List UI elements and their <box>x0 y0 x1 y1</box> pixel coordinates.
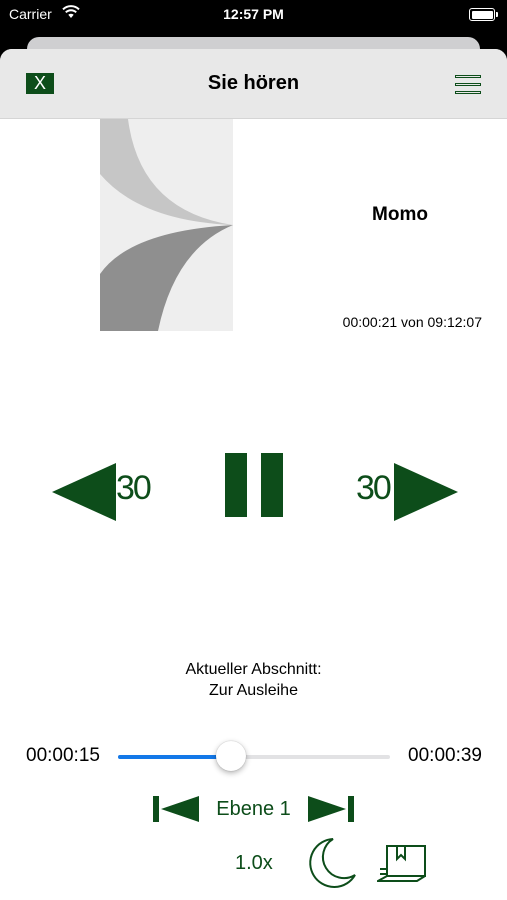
rewind-arrow-icon <box>52 463 116 521</box>
page-title: Sie hören <box>207 72 300 94</box>
menu-icon[interactable] <box>455 75 481 94</box>
progress-fill <box>118 755 232 759</box>
level-label: Ebene 1 <box>216 798 291 820</box>
time-position: 00:00:21 von 09:12:07 <box>342 314 482 330</box>
rewind-30-button[interactable]: 30 <box>52 463 152 521</box>
remaining-time: 00:00:39 <box>408 745 482 766</box>
next-level-icon[interactable] <box>308 796 354 822</box>
pause-button[interactable] <box>225 453 283 517</box>
section-name: Zur Ausleihe <box>209 682 298 699</box>
pause-icon <box>225 453 283 517</box>
forward-30-button[interactable]: 30 <box>356 463 458 521</box>
level-navigation: Ebene 1 <box>0 796 507 824</box>
bookmark-book-icon[interactable] <box>377 845 427 883</box>
player-sheet: X Sie hören Momo 00:00:21 von 09:12:07 3… <box>0 49 507 900</box>
forward-seconds-label: 30 <box>356 469 392 507</box>
forward-arrow-icon <box>394 463 458 521</box>
progress-slider[interactable] <box>118 741 390 771</box>
rewind-seconds-label: 30 <box>116 469 152 507</box>
battery-icon <box>469 8 498 21</box>
playback-speed-button[interactable]: 1.0x <box>235 852 273 875</box>
cover-image <box>100 119 233 331</box>
section-caption: Aktueller Abschnitt: <box>185 661 322 678</box>
sleep-timer-moon-icon[interactable] <box>307 837 357 889</box>
book-title: Momo <box>372 204 428 225</box>
elapsed-time: 00:00:15 <box>26 745 100 766</box>
progress-knob[interactable] <box>216 741 247 771</box>
status-bar: Carrier 12:57 PM <box>0 0 507 30</box>
current-section: Aktueller Abschnitt: Zur Ausleihe <box>0 659 507 701</box>
nav-bar: X Sie hören <box>0 49 507 119</box>
status-time: 12:57 PM <box>223 6 284 22</box>
